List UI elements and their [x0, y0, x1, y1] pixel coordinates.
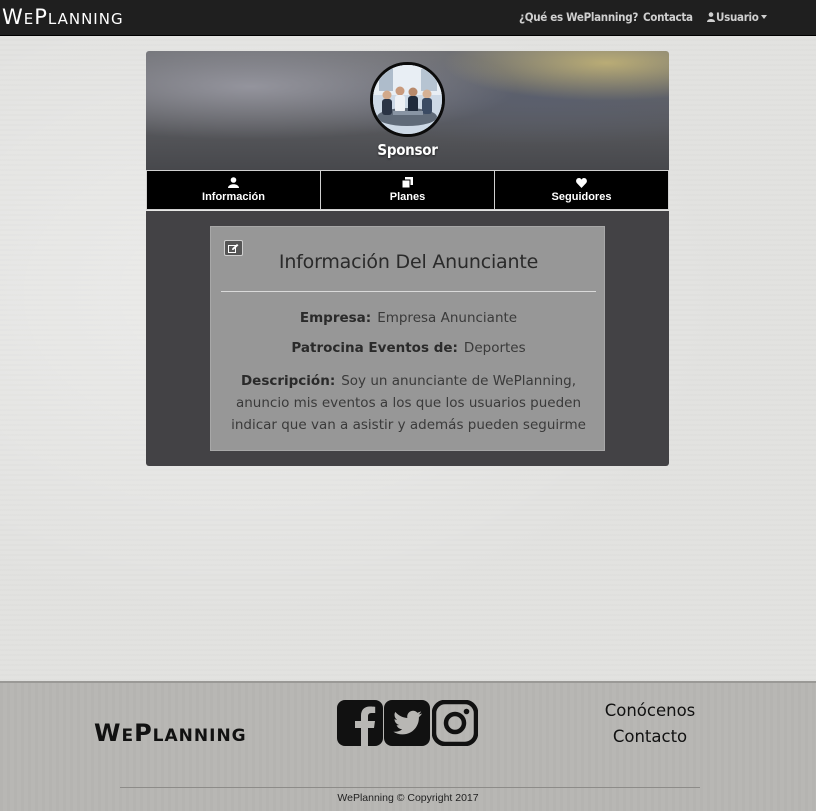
copy-icon — [402, 177, 413, 188]
profile-header: Sponsor — [146, 51, 669, 170]
tab-informacion[interactable]: Información — [146, 170, 321, 210]
tab-label: Seguidores — [551, 190, 612, 203]
footer-divider — [120, 787, 700, 788]
nav-contact-link[interactable]: Contacta — [643, 10, 693, 24]
sponsors-value: Deportes — [463, 340, 526, 356]
copyright-text: WePlanning © Copyright 2017 — [337, 792, 479, 804]
instagram-icon[interactable] — [432, 700, 478, 746]
brand-logo[interactable]: WePlanning — [2, 3, 124, 31]
description-row: Descripción: Soy un anunciante de WePlann… — [219, 370, 598, 436]
description-label: Descripción: — [240, 373, 336, 389]
sponsors-label: Patrocina Eventos de: — [291, 340, 458, 356]
nav-about-link[interactable]: ¿Qué es WePlanning? — [519, 10, 638, 24]
company-label: Empresa: — [299, 310, 372, 326]
user-icon — [228, 177, 239, 188]
footer-about-link[interactable]: Conócenos — [560, 701, 740, 720]
meeting-photo — [373, 65, 442, 134]
footer: WePlanning Conócenos Contacto WePlanning… — [0, 681, 816, 811]
twitter-icon[interactable] — [384, 700, 430, 746]
profile-tabs: Información Planes Seguidores — [146, 170, 669, 210]
tab-seguidores[interactable]: Seguidores — [495, 170, 669, 210]
card-title: Información Del Anunciante — [278, 251, 539, 273]
footer-brand-logo: WePlanning — [94, 719, 247, 747]
advertiser-info-card: Información Del Anunciante Empresa: Empre… — [210, 226, 605, 451]
content-panel: Información Del Anunciante Empresa: Empre… — [146, 211, 669, 466]
footer-contact-link[interactable]: Contacto — [560, 727, 740, 746]
tab-label: Planes — [389, 191, 426, 203]
facebook-icon[interactable] — [337, 700, 383, 746]
navbar: WePlanning ¿Qué es WePlanning? Contacta … — [0, 0, 816, 36]
sponsors-row: Patrocina Eventos de: Deportes — [211, 340, 606, 356]
company-row: Empresa: Empresa Anunciante — [211, 310, 606, 326]
nav-user-dropdown[interactable]: Usuario — [707, 10, 767, 24]
profile-avatar — [370, 62, 445, 137]
caret-down-icon — [760, 15, 767, 19]
company-value: Empresa Anunciante — [377, 310, 518, 326]
nav-user-label: Usuario — [716, 10, 759, 24]
user-icon — [707, 12, 715, 22]
profile-name: Sponsor — [377, 141, 438, 159]
card-divider — [221, 291, 596, 292]
tab-label: Información — [202, 191, 265, 203]
tab-planes[interactable]: Planes — [321, 170, 495, 210]
heart-icon — [576, 177, 587, 188]
